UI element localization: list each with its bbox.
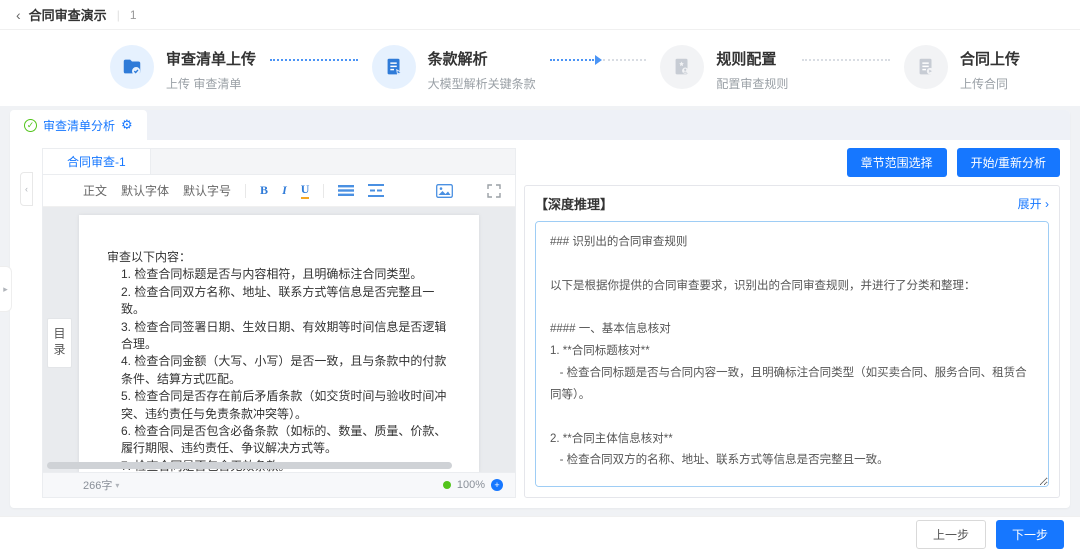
font-family-select[interactable]: 默认字体 <box>121 182 169 199</box>
topbar: ‹ 合同审查演示 | 1 <box>0 0 1080 30</box>
doc-item: 2. 检查合同双方名称、地址、联系方式等信息是否完整且一致。 <box>107 284 453 319</box>
doc-item: 4. 检查合同金额（大写、小写）是否一致，且与条款中的付款条件、结算方式匹配。 <box>107 353 453 388</box>
step-subtitle: 大模型解析关键条款 <box>428 75 536 92</box>
step-rule-config[interactable]: 规则配置 配置审查规则 <box>660 45 788 92</box>
editor-collapse-handle[interactable]: ‹ <box>20 172 33 206</box>
tab-checklist-analysis[interactable]: ✓ 审查清单分析 ⚙ <box>10 110 147 140</box>
reasoning-textarea[interactable]: ### 识别出的合同审查规则 以下是根据你提供的合同审查要求，识别出的合同审查规… <box>535 221 1049 487</box>
chevron-left-icon: ‹ <box>25 184 28 194</box>
arrow-icon <box>595 55 602 65</box>
step-title: 合同上传 <box>960 48 1020 69</box>
word-count[interactable]: 266字 <box>83 477 112 493</box>
prev-step-button[interactable]: 上一步 <box>916 520 986 549</box>
connector-2 <box>550 55 647 65</box>
step-subtitle: 上传 审查清单 <box>166 75 256 92</box>
image-icon[interactable] <box>436 184 453 198</box>
paragraph-style-select[interactable]: 正文 <box>83 182 107 199</box>
fullscreen-icon[interactable] <box>487 184 501 198</box>
page-title: 合同审查演示 <box>29 5 107 24</box>
step-title: 审查清单上传 <box>166 48 256 69</box>
step-checklist-upload[interactable]: 审查清单上传 上传 审查清单 <box>110 45 256 92</box>
deep-reasoning-box: 【深度推理】 展开 › ### 识别出的合同审查规则 以下是根据你提供的合同审查… <box>524 185 1060 498</box>
contract-upload-icon <box>904 45 948 89</box>
expand-link[interactable]: 展开 › <box>1018 195 1049 212</box>
bold-button[interactable]: B <box>260 183 268 198</box>
document-area: 目录 审查以下内容： 1. 检查合同标题是否与内容相符，且明确标注合同类型。 2… <box>43 207 515 472</box>
next-step-button[interactable]: 下一步 <box>996 520 1064 549</box>
underline-button[interactable]: U <box>301 182 310 199</box>
chevron-right-icon: ▸ <box>3 284 8 295</box>
analysis-card: ✓ 审查清单分析 ⚙ ‹ 合同审查-1 正文 默认字体 默认字号 <box>10 110 1070 508</box>
start-reanalyze-button[interactable]: 开始/重新分析 <box>957 148 1060 177</box>
tab-contract-review-1[interactable]: 合同审查-1 <box>43 149 151 174</box>
toc-tab[interactable]: 目录 <box>47 318 72 368</box>
clause-parse-icon <box>372 45 416 89</box>
doc-item: 3. 检查合同签署日期、生效日期、有效期等时间信息是否逻辑合理。 <box>107 319 453 354</box>
doc-item: 6. 检查合同是否包含必备条款（如标的、数量、质量、价款、履行期限、违约责任、争… <box>107 423 453 458</box>
italic-button[interactable]: I <box>282 183 287 198</box>
step-title: 条款解析 <box>428 48 536 69</box>
step-title: 规则配置 <box>716 48 788 69</box>
back-icon[interactable]: ‹ <box>16 7 21 23</box>
line-spacing-icon[interactable] <box>368 184 384 197</box>
status-dot <box>443 481 451 489</box>
chapter-range-button[interactable]: 章节范围选择 <box>847 148 947 177</box>
topbar-divider: | <box>117 8 120 22</box>
toolbar-divider <box>245 184 246 198</box>
align-icon[interactable] <box>338 184 354 197</box>
editor-tabstrip: 合同审查-1 <box>43 149 515 175</box>
analysis-panel: 章节范围选择 开始/重新分析 【深度推理】 展开 › ### 识别出的合同审查规… <box>524 148 1060 498</box>
topbar-count: 1 <box>130 8 137 22</box>
connector-3 <box>802 59 890 61</box>
chevron-down-icon: ▾ <box>115 481 119 490</box>
editor-collapse-col: ‹ <box>20 148 34 498</box>
step-subtitle: 配置审查规则 <box>716 75 788 92</box>
doc-intro: 审查以下内容： <box>107 249 453 266</box>
doc-item: 5. 检查合同是否存在前后矛盾条款（如交货时间与验收时间冲突、违约责任与免责条款… <box>107 388 453 423</box>
footer-bar: 上一步 下一步 <box>0 516 1080 552</box>
horizontal-scrollbar[interactable] <box>47 462 469 469</box>
document-editor: 合同审查-1 正文 默认字体 默认字号 B I U <box>42 148 516 498</box>
step-subtitle: 上传合同 <box>960 75 1020 92</box>
zoom-fit-icon[interactable]: + <box>491 479 503 491</box>
connector-1 <box>270 59 358 61</box>
folder-check-icon <box>110 45 154 89</box>
toolbar-divider <box>323 184 324 198</box>
step-contract-upload[interactable]: 合同上传 上传合同 <box>904 45 1020 92</box>
check-circle-icon: ✓ <box>24 119 37 132</box>
doc-item: 1. 检查合同标题是否与内容相符，且明确标注合同类型。 <box>107 266 453 283</box>
drawer-expand-handle[interactable]: ▸ <box>0 266 12 312</box>
font-size-select[interactable]: 默认字号 <box>183 182 231 199</box>
document-page[interactable]: 审查以下内容： 1. 检查合同标题是否与内容相符，且明确标注合同类型。 2. 检… <box>79 215 479 472</box>
tab-label: 审查清单分析 <box>43 117 115 134</box>
zoom-level: 100% <box>457 479 485 491</box>
main-area: ▸ ✓ 审查清单分析 ⚙ ‹ 合同审查-1 正文 <box>0 106 1080 516</box>
editor-toolbar: 正文 默认字体 默认字号 B I U <box>43 175 515 207</box>
gear-icon[interactable]: ⚙ <box>121 117 133 133</box>
stepper: 审查清单上传 上传 审查清单 条款解析 大模型解析关键条款 规则配置 配置审查规… <box>0 30 1080 106</box>
step-clause-parse[interactable]: 条款解析 大模型解析关键条款 <box>372 45 536 92</box>
deep-reasoning-title: 【深度推理】 <box>535 194 613 213</box>
rule-config-icon <box>660 45 704 89</box>
main-tabstrip: ✓ 审查清单分析 ⚙ <box>10 110 1070 140</box>
editor-statusbar: 266字 ▾ 100% + <box>43 472 515 497</box>
